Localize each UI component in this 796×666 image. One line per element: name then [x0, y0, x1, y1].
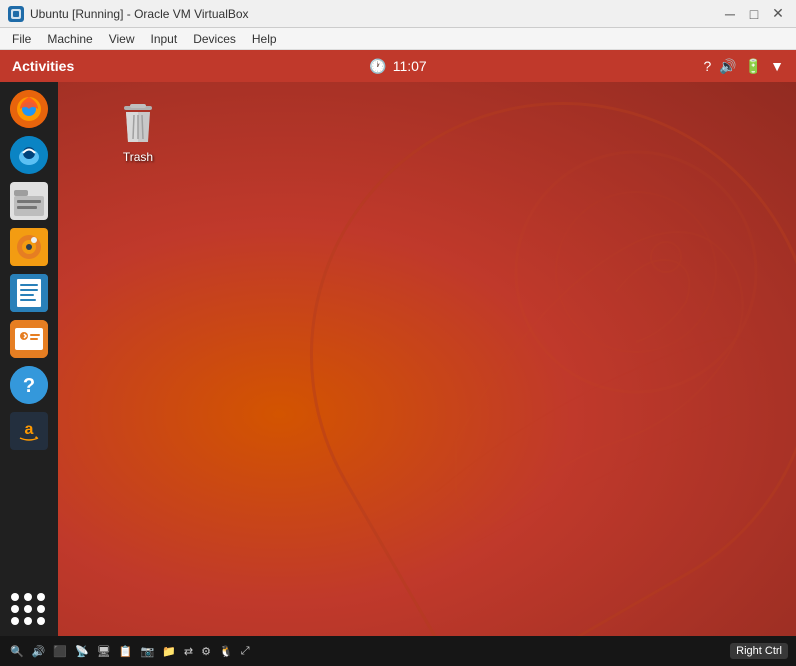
desktop-main: ? a: [0, 82, 796, 636]
battery-icon[interactable]: 🔋: [745, 58, 762, 75]
virtualbox-window: Ubuntu [Running] - Oracle VM VirtualBox …: [0, 0, 796, 666]
thunderbird-icon: [10, 136, 48, 174]
apps-grid-icon: [8, 588, 50, 630]
status-right: Right Ctrl: [726, 643, 788, 659]
dock-item-amazon[interactable]: a: [8, 410, 50, 452]
software-icon: [10, 320, 48, 358]
window-title: Ubuntu [Running] - Oracle VM VirtualBox: [30, 7, 720, 21]
writer-icon: [10, 274, 48, 312]
menu-file[interactable]: File: [4, 30, 39, 48]
clock-icon: 🕐: [369, 58, 386, 75]
menu-input[interactable]: Input: [143, 30, 186, 48]
titlebar: Ubuntu [Running] - Oracle VM VirtualBox …: [0, 0, 796, 28]
status-network-icon[interactable]: 📡: [73, 645, 91, 658]
status-expand-icon[interactable]: ⤢: [239, 645, 252, 658]
dock-item-files[interactable]: [8, 180, 50, 222]
statusbar: 🔍 🔊 ⬛ 📡 🖥 📋 📷 📁 ⇄ ⚙ 🐧 ⤢ Right Ctrl: [0, 636, 796, 666]
firefox-icon: [10, 90, 48, 128]
system-menu-icon[interactable]: ▼: [770, 58, 784, 74]
status-settings-icon[interactable]: ⚙: [199, 645, 213, 658]
menu-view[interactable]: View: [101, 30, 143, 48]
status-snap-icon[interactable]: 📷: [138, 645, 156, 658]
svg-text:a: a: [25, 421, 34, 438]
svg-text:?: ?: [23, 375, 35, 397]
menu-machine[interactable]: Machine: [39, 30, 100, 48]
dock-item-thunderbird[interactable]: [8, 134, 50, 176]
clock-time: 11:07: [393, 58, 427, 74]
status-display-icon[interactable]: 🖥: [95, 645, 113, 658]
minimize-button[interactable]: ─: [720, 4, 740, 24]
right-ctrl-button[interactable]: Right Ctrl: [730, 643, 788, 659]
ubuntu-topbar: Activities 🕐 11:07 ? 🔊 🔋 ▼: [0, 50, 796, 82]
help-icon: ?: [10, 366, 48, 404]
status-clipboard-icon[interactable]: 📋: [117, 645, 135, 658]
trash-image: [118, 102, 158, 146]
trash-label: Trash: [123, 150, 153, 164]
status-usb-icon[interactable]: ⬛: [51, 645, 69, 658]
window-controls: ─ □ ✕: [720, 4, 788, 24]
status-speaker-icon[interactable]: 🔊: [30, 645, 48, 658]
status-ubuntu-icon[interactable]: 🐧: [217, 645, 235, 658]
close-button[interactable]: ✕: [768, 4, 788, 24]
ubuntu-watermark: [356, 92, 776, 612]
status-arrows-icon[interactable]: ⇄: [182, 645, 195, 658]
status-folder-icon[interactable]: 📁: [160, 645, 178, 658]
amazon-icon: a: [10, 412, 48, 450]
dock-item-help[interactable]: ?: [8, 364, 50, 406]
ubuntu-desktop: Activities 🕐 11:07 ? 🔊 🔋 ▼: [0, 50, 796, 666]
trash-icon[interactable]: Trash: [108, 102, 168, 164]
desktop-background[interactable]: Trash: [58, 82, 796, 636]
filemanager-icon: [10, 182, 48, 220]
topbar-right: ? 🔊 🔋 ▼: [703, 58, 784, 75]
activities-button[interactable]: Activities: [12, 58, 74, 74]
menu-help[interactable]: Help: [244, 30, 285, 48]
dock-item-rhythmbox[interactable]: [8, 226, 50, 268]
dock-item-software[interactable]: [8, 318, 50, 360]
rhythmbox-icon: [10, 228, 48, 266]
volume-icon[interactable]: 🔊: [719, 58, 736, 75]
app-icon: [8, 6, 24, 22]
dock-show-apps[interactable]: [8, 588, 50, 630]
clock-display: 🕐 11:07: [369, 58, 426, 75]
restore-button[interactable]: □: [744, 4, 764, 24]
dock-item-writer[interactable]: [8, 272, 50, 314]
help-status-icon[interactable]: ?: [703, 58, 711, 74]
dock-item-firefox[interactable]: [8, 88, 50, 130]
menu-devices[interactable]: Devices: [185, 30, 244, 48]
trash-svg: [118, 102, 158, 146]
status-search-icon[interactable]: 🔍: [8, 645, 26, 658]
menubar: File Machine View Input Devices Help: [0, 28, 796, 50]
ubuntu-dock: ? a: [0, 82, 58, 636]
